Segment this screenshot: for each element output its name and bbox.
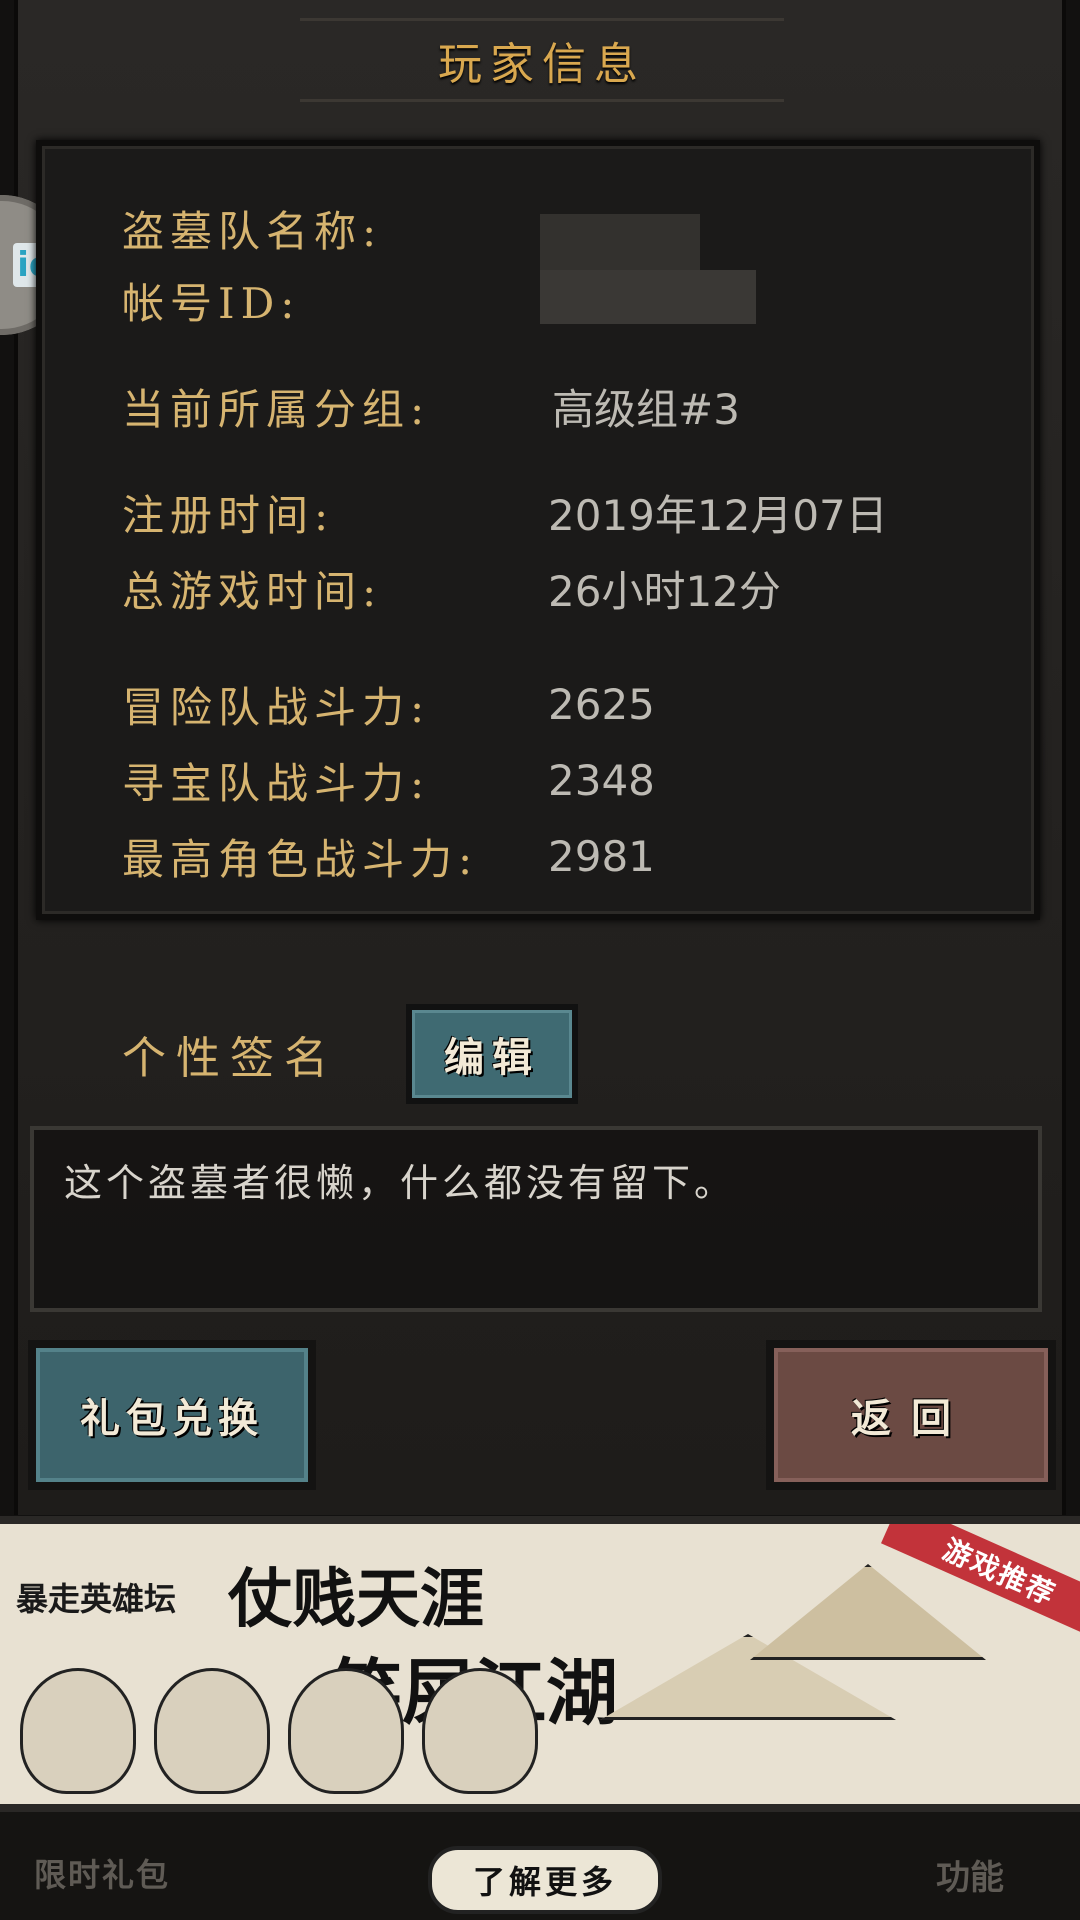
row-team-name: 盗墓队名称: bbox=[122, 200, 552, 256]
row-adventure-power: 冒险队战斗力: 2625 bbox=[122, 676, 655, 732]
play-time-value: 26小时12分 bbox=[548, 566, 781, 616]
row-register-time: 注册时间: 2019年12月07日 bbox=[122, 484, 888, 540]
register-time-value: 2019年12月07日 bbox=[548, 490, 888, 540]
redacted-team-name bbox=[540, 214, 700, 274]
gift-redeem-button[interactable]: 礼包兑换 bbox=[28, 1340, 316, 1490]
group-value: 高级组#3 bbox=[552, 384, 740, 434]
treasure-power-value: 2348 bbox=[548, 755, 655, 805]
straw-hat-illustration bbox=[750, 1564, 986, 1660]
top-character-power-value: 2981 bbox=[548, 831, 655, 881]
limited-gift-tab[interactable]: 限时礼包 bbox=[34, 1850, 170, 1896]
row-top-character-power: 最高角色战斗力: 2981 bbox=[122, 828, 655, 884]
adventure-power-value: 2625 bbox=[548, 679, 655, 729]
row-play-time: 总游戏时间: 26小时12分 bbox=[122, 560, 781, 616]
top-character-power-label: 最高角色战斗力: bbox=[122, 834, 479, 884]
adventure-power-label: 冒险队战斗力: bbox=[122, 682, 431, 732]
team-name-label: 盗墓队名称: bbox=[122, 206, 383, 256]
page-title: 玩家信息 bbox=[438, 39, 646, 90]
learn-more-button[interactable]: 了解更多 bbox=[428, 1846, 662, 1914]
row-group: 当前所属分组: 高级组#3 bbox=[122, 378, 740, 434]
row-treasure-power: 寻宝队战斗力: 2348 bbox=[122, 752, 655, 808]
play-time-label: 总游戏时间: bbox=[122, 566, 383, 616]
character-face bbox=[154, 1668, 270, 1794]
banner-characters bbox=[20, 1668, 538, 1794]
banner-brand: 暴走英雄坛 bbox=[16, 1580, 177, 1618]
group-label: 当前所属分组: bbox=[122, 384, 431, 434]
signature-text: 这个盗墓者很懒，什么都没有留下。 bbox=[64, 1161, 737, 1205]
character-face bbox=[20, 1668, 136, 1794]
edit-signature-button[interactable]: 编辑 bbox=[406, 1004, 578, 1104]
account-id-label: 帐号ID: bbox=[122, 278, 301, 328]
register-time-label: 注册时间: bbox=[122, 490, 335, 540]
signature-label: 个性签名 bbox=[122, 1033, 338, 1084]
back-button[interactable]: 返回 bbox=[766, 1340, 1056, 1490]
signature-box: 这个盗墓者很懒，什么都没有留下。 bbox=[30, 1126, 1042, 1312]
ad-banner[interactable]: 暴走英雄坛 仗贱天涯 笑屎江湖 游戏推荐 bbox=[0, 1516, 1080, 1812]
title-bar: 玩家信息 bbox=[300, 18, 784, 102]
function-tab[interactable]: 功能 bbox=[936, 1850, 1004, 1899]
character-face bbox=[422, 1668, 538, 1794]
redacted-account-id bbox=[540, 270, 756, 324]
character-face bbox=[288, 1668, 404, 1794]
treasure-power-label: 寻宝队战斗力: bbox=[122, 758, 431, 808]
banner-headline-1: 仗贱天涯 bbox=[228, 1562, 484, 1637]
row-account-id: 帐号ID: bbox=[122, 272, 552, 328]
